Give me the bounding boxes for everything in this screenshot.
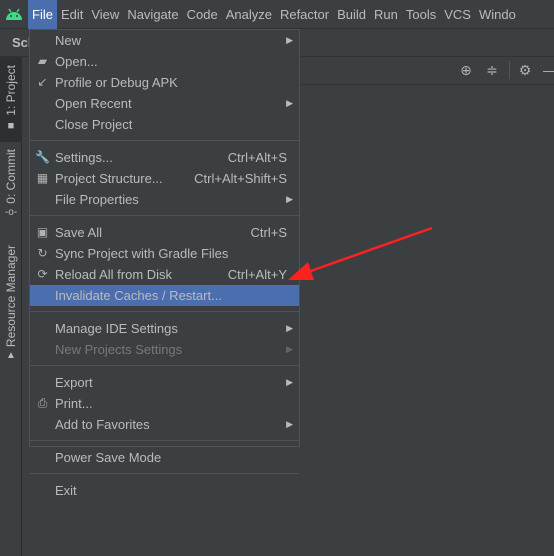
annotation-arrow	[288, 226, 433, 280]
